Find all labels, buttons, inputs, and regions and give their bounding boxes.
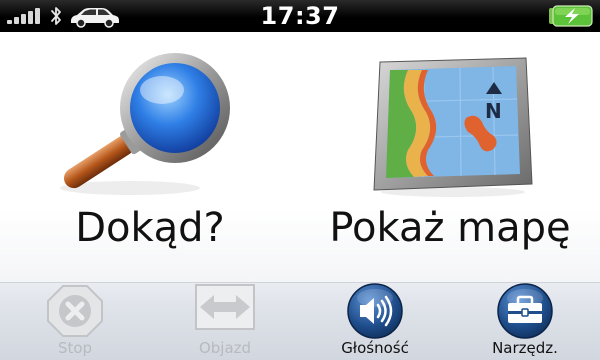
detour-arrows-icon bbox=[195, 284, 255, 330]
speaker-icon bbox=[347, 283, 403, 339]
where-to-button[interactable]: Dokąd? bbox=[0, 32, 300, 282]
where-to-label: Dokąd? bbox=[75, 205, 225, 251]
status-bar: 17:37 bbox=[0, 0, 600, 32]
clock: 17:37 bbox=[260, 2, 340, 30]
magnifier-icon bbox=[60, 53, 230, 195]
stop-label: Stop bbox=[57, 339, 93, 357]
map-device-icon: N bbox=[373, 57, 533, 197]
tools-button[interactable]: Narzędz. bbox=[450, 283, 600, 360]
stop-button[interactable]: Stop bbox=[0, 283, 150, 360]
toolbox-icon bbox=[497, 283, 553, 339]
view-map-label: Pokaż mapę bbox=[329, 205, 571, 251]
main-menu: Dokąd? N Pokaż mapę bbox=[0, 32, 600, 282]
svg-text:N: N bbox=[485, 99, 502, 123]
detour-label: Objazd bbox=[198, 339, 252, 357]
detour-button[interactable]: Objazd bbox=[150, 283, 300, 360]
volume-label: Głośność bbox=[341, 339, 409, 357]
volume-button[interactable]: Głośność bbox=[300, 283, 450, 360]
stop-icon bbox=[47, 285, 103, 337]
battery-charging-icon bbox=[549, 5, 593, 27]
tools-label: Narzędz. bbox=[492, 339, 558, 357]
view-map-button[interactable]: N Pokaż mapę bbox=[300, 32, 600, 282]
bottom-toolbar: Stop Objazd Głośność Narzędz. bbox=[0, 282, 600, 360]
